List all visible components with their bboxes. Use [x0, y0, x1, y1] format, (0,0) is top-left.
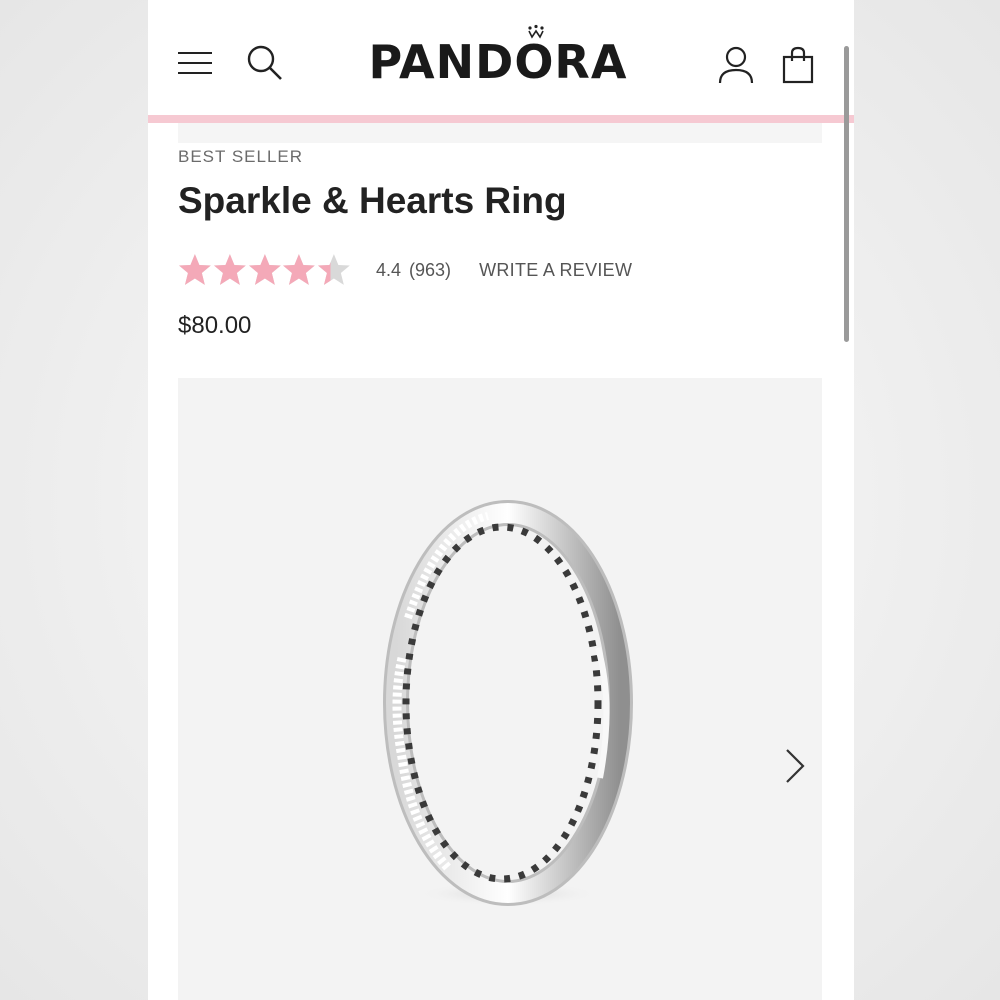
product-title: Sparkle & Hearts Ring [178, 180, 567, 221]
shopping-bag-icon[interactable] [778, 44, 818, 86]
chevron-right-icon[interactable] [778, 742, 812, 790]
pandora-logo[interactable]: PANDORA [348, 34, 648, 90]
mobile-page: PANDORA BEST SELLER Sparkle & Hearts Rin… [148, 0, 854, 1000]
star-icon [283, 254, 316, 285]
star-icon [178, 254, 211, 285]
star-icon [318, 254, 350, 285]
hamburger-menu-icon[interactable] [176, 46, 216, 82]
search-icon[interactable] [244, 42, 286, 84]
write-review-link[interactable]: WRITE A REVIEW [479, 260, 632, 281]
star-icon [248, 254, 281, 285]
scrollbar[interactable] [844, 46, 849, 342]
product-price: $80.00 [178, 312, 252, 339]
rating-value: 4.4 [376, 259, 402, 280]
product-image-gallery[interactable] [178, 378, 822, 1000]
star-icon [213, 254, 246, 285]
product-rating: 4.4 (963) WRITE A REVIEW [178, 253, 632, 287]
divider-strip [178, 123, 822, 143]
site-header: PANDORA [148, 0, 854, 116]
rating-count[interactable]: (963) [409, 260, 451, 281]
star-rating[interactable] [178, 253, 352, 287]
best-seller-badge: BEST SELLER [178, 147, 304, 166]
accent-bar [148, 115, 854, 123]
ring-product-image [383, 500, 633, 906]
account-icon[interactable] [716, 44, 756, 86]
